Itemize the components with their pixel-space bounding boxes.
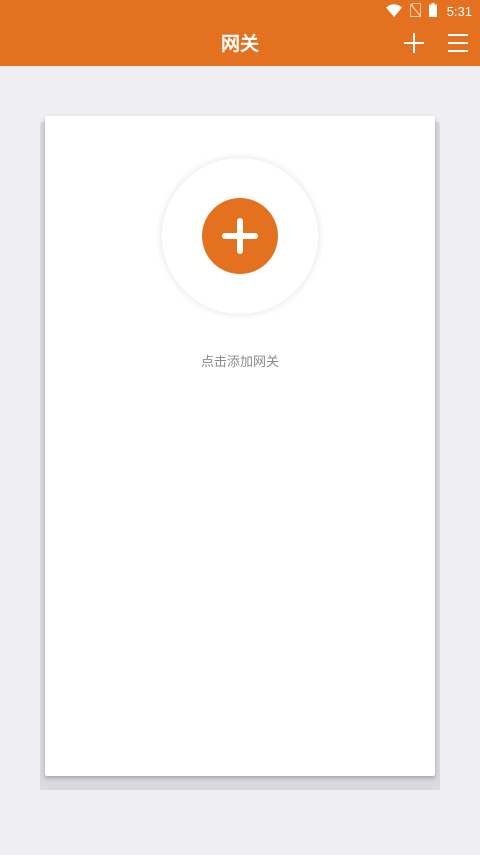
no-sim-icon (409, 2, 421, 21)
status-bar: 5:31 (0, 0, 480, 23)
add-gateway-button[interactable] (400, 31, 428, 59)
plus-circle-icon (202, 198, 278, 274)
wifi-icon (385, 2, 402, 21)
status-icons: 5:31 (385, 2, 472, 21)
battery-icon (428, 2, 437, 21)
app-bar: 网关 (0, 23, 480, 66)
status-time: 5:31 (446, 4, 472, 19)
add-gateway-hint: 点击添加网关 (200, 355, 279, 370)
gateway-card: 点击添加网关 (45, 116, 435, 776)
add-gateway-circle-button[interactable] (162, 158, 318, 314)
menu-button[interactable] (444, 31, 472, 59)
add-icon (403, 32, 425, 58)
menu-icon (447, 32, 469, 58)
